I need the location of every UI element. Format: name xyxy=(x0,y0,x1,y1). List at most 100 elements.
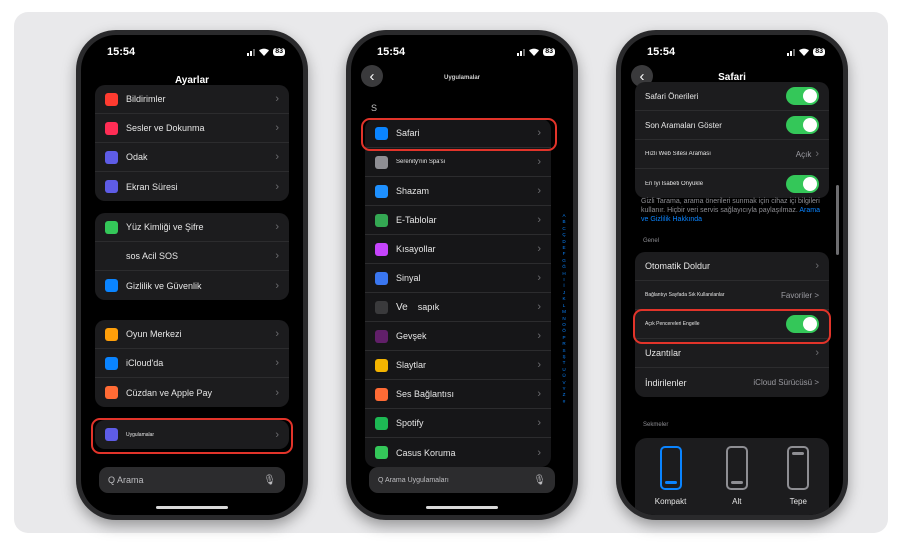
row-value: iCloud Sürücüsü > xyxy=(753,378,819,387)
spy-icon xyxy=(375,446,388,459)
list-row[interactable]: Shazam › xyxy=(365,177,551,206)
search-bar[interactable]: Q Arama Uygulamaları 🎙 xyxy=(369,467,555,493)
list-row[interactable]: Kısayollar › xyxy=(365,235,551,264)
list-row[interactable]: Safari › xyxy=(365,119,551,148)
list-row[interactable]: En İyi İsabeti Önyükle xyxy=(635,169,829,198)
microphone-icon[interactable]: 🎙 xyxy=(533,475,546,486)
row-prefix: Ve xyxy=(396,301,408,313)
phone-layout-icon xyxy=(787,446,810,490)
alphabet-index[interactable]: A B C Ç D E F G Ğ H I İ J K L M N O Ö P R S Ş T U Ü V Y Z # xyxy=(561,213,567,405)
battery-icon: 83 xyxy=(813,48,825,56)
list-row[interactable]: E-Tablolar › xyxy=(365,206,551,235)
chevron-right-icon: › xyxy=(815,347,819,359)
list-row[interactable]: iCloud'da › xyxy=(95,349,289,378)
list-row[interactable]: Sinyal › xyxy=(365,264,551,293)
list-row[interactable]: Otomatik Doldur › xyxy=(635,252,829,281)
battery-icon: 83 xyxy=(543,48,555,56)
search-placeholder: Q Arama xyxy=(108,475,144,485)
status-time: 15:54 xyxy=(647,46,676,58)
list-row[interactable]: Serenity'nin Spa'sı › xyxy=(365,148,551,177)
chevron-right-icon: › xyxy=(275,328,279,340)
row-label: Yüz Kimliği ve Şifre xyxy=(126,222,204,232)
row-label: Bağlantıyı Sayfada Sık Kullanılanlar xyxy=(645,292,725,298)
row-value: Favoriler > xyxy=(780,290,819,300)
list-row[interactable]: Cüzdan ve Apple Pay › xyxy=(95,378,289,407)
apps-grid-icon xyxy=(105,428,118,441)
phone-screen: 15:54 83 Ayarlar Bildirimler › Sesler ve D… xyxy=(81,35,303,515)
list-row[interactable]: Son Aramaları Göster xyxy=(635,111,829,140)
speaker-icon xyxy=(105,121,118,135)
chevron-right-icon: › xyxy=(537,359,541,371)
row-label: Spotify xyxy=(396,418,424,428)
list-row[interactable]: Gevşek › xyxy=(365,322,551,351)
list-row[interactable]: İndirilenler iCloud Sürücüsü > xyxy=(635,368,829,397)
toggle-switch[interactable] xyxy=(786,315,819,333)
list-row[interactable]: Bağlantıyı Sayfada Sık Kullanılanlar Favo… xyxy=(635,281,829,310)
tab-option[interactable]: Kompakt xyxy=(655,446,686,506)
chevron-right-icon: › xyxy=(537,185,541,197)
row-label: Kısayollar xyxy=(396,244,436,254)
row-label: iCloud'da xyxy=(126,358,164,368)
phone-settings: 15:54 83 Ayarlar Bildirimler › Sesler ve D… xyxy=(76,30,308,520)
scrollbar[interactable] xyxy=(836,185,839,255)
list-row[interactable]: Açık Pencereleri Engelle xyxy=(635,310,829,339)
microphone-icon[interactable]: 🎙 xyxy=(263,475,276,486)
tab-layout-picker: Kompakt Alt Tepe xyxy=(635,438,829,515)
list-row[interactable]: Ve sapık › xyxy=(365,293,551,322)
list-row[interactable]: Bildirimler › xyxy=(95,85,289,114)
row-label: Açık Pencereleri Engelle xyxy=(645,321,700,327)
chevron-right-icon: › xyxy=(537,243,541,255)
shazam-icon xyxy=(375,184,388,198)
faceid-icon xyxy=(105,220,118,234)
list-row[interactable]: Oyun Merkezi › xyxy=(95,320,289,349)
list-row[interactable]: Spotify › xyxy=(365,409,551,438)
row-label: En İyi İsabeti Önyükle xyxy=(645,180,704,187)
list-row[interactable]: Uzantılar › xyxy=(635,339,829,368)
list-row[interactable]: Odak › xyxy=(95,143,289,172)
status-bar: 15:54 83 xyxy=(107,45,285,59)
tab-option[interactable]: Alt xyxy=(725,446,748,506)
list-row[interactable]: Yüz Kimliği ve Şifre › xyxy=(95,213,289,242)
signal-icon xyxy=(517,48,526,56)
list-row[interactable]: Ekran Süresi › xyxy=(95,172,289,201)
home-indicator xyxy=(426,506,498,509)
toggle-switch[interactable] xyxy=(786,116,819,134)
list-row[interactable]: Ses Bağlantısı › xyxy=(365,380,551,409)
phone-safari: 15:54 83 ‹ Safari Safari Önerileri Son Ar… xyxy=(616,30,848,520)
row-label: Oyun Merkezi xyxy=(126,329,182,339)
chevron-right-icon: › xyxy=(275,93,279,105)
list-row[interactable]: sos Acil SOS › xyxy=(95,242,289,271)
list-row[interactable]: Uygulamalar › xyxy=(95,420,289,449)
tab-option[interactable]: Tepe xyxy=(787,446,810,506)
toggle-switch[interactable] xyxy=(786,87,819,105)
list-row[interactable]: Hızlı Web Sitesi Araması Açık › xyxy=(635,140,829,169)
settings-group-3: Oyun Merkezi › iCloud'da › Cüzdan ve Apple P… xyxy=(95,320,289,407)
chevron-right-icon: › xyxy=(275,221,279,233)
search-bar[interactable]: Q Arama 🎙 xyxy=(99,467,285,493)
shortcuts-icon xyxy=(375,242,388,256)
chevron-right-icon: › xyxy=(537,272,541,284)
list-row[interactable]: Sesler ve Dokunma › xyxy=(95,114,289,143)
settings-group-1: Bildirimler › Sesler ve Dokunma › Odak › Ekran… xyxy=(95,85,289,201)
list-row[interactable]: Gizlilik ve Güvenlik › xyxy=(95,271,289,300)
list-row[interactable]: Safari Önerileri xyxy=(635,82,829,111)
chevron-right-icon: › xyxy=(537,301,541,313)
row-label: Serenity'nin Spa'sı xyxy=(396,159,446,165)
list-row[interactable]: Slaytlar › xyxy=(365,351,551,380)
chevron-right-icon: › xyxy=(537,446,541,459)
row-label: Uygulamalar xyxy=(126,431,155,438)
battery-icon: 83 xyxy=(273,48,285,56)
slides-icon xyxy=(375,358,388,372)
bell-icon xyxy=(105,92,118,106)
row-label: Ses Bağlantısı xyxy=(396,389,455,399)
chevron-right-icon: › xyxy=(275,279,279,292)
chevron-right-icon: › xyxy=(537,127,541,139)
chevron-right-icon: › xyxy=(275,428,279,441)
row-label: sos Acil SOS xyxy=(126,251,179,261)
toggle-switch[interactable] xyxy=(786,174,819,193)
safari-search-group: Safari Önerileri Son Aramaları Göster Hızl… xyxy=(635,82,829,198)
chevron-right-icon: › xyxy=(275,122,279,134)
index-letter[interactable]: # xyxy=(563,399,566,405)
tab-label: Tepe xyxy=(789,497,807,506)
list-row[interactable]: Casus Koruma › xyxy=(365,438,551,467)
